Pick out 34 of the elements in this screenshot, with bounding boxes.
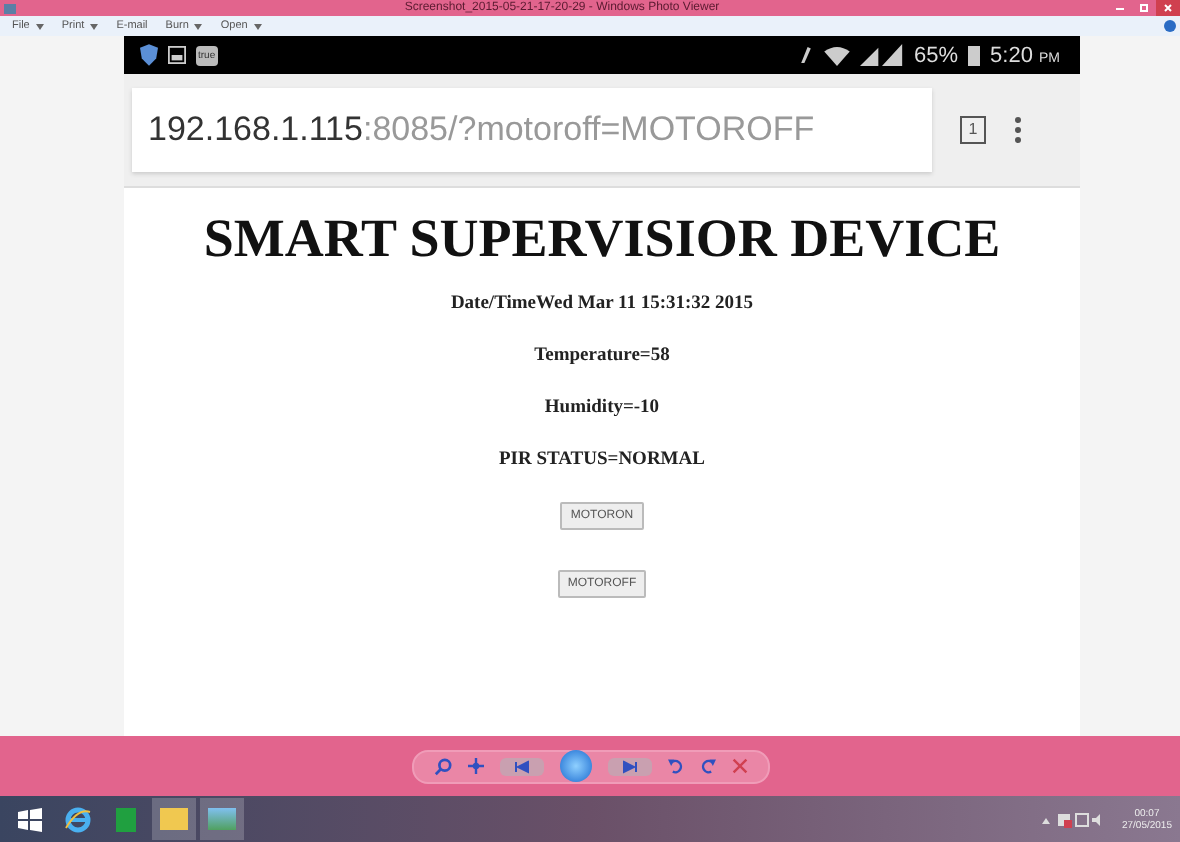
rotate-right-icon[interactable] <box>699 758 715 774</box>
folder-icon[interactable] <box>152 798 196 840</box>
image-icon <box>168 46 186 64</box>
caret-icon[interactable] <box>194 23 203 29</box>
zoom-icon[interactable] <box>433 757 451 775</box>
app-icon <box>4 3 16 13</box>
tray-icons[interactable] <box>1041 811 1102 827</box>
start-button[interactable] <box>18 807 42 831</box>
signal-icon <box>860 44 904 66</box>
browser-icon[interactable] <box>64 805 92 833</box>
tab-switcher-button[interactable]: 1 <box>960 116 986 144</box>
previous-button[interactable] <box>499 757 543 775</box>
rotate-left-icon[interactable] <box>667 758 683 774</box>
status-text: Temperature=58 <box>534 346 670 366</box>
next-button[interactable] <box>607 757 651 775</box>
battery-icon <box>968 44 981 66</box>
battery-level: 65% <box>914 43 959 67</box>
delete-icon[interactable] <box>731 758 747 774</box>
address-field[interactable]: 192.168.1.115:8085/?motoroff=MOTOROFF <box>132 88 932 172</box>
caret-icon[interactable] <box>90 23 99 29</box>
caret-icon[interactable] <box>253 23 262 29</box>
fit-icon[interactable] <box>467 758 483 774</box>
status-text: PIR STATUS=NORMAL <box>499 450 705 470</box>
page-heading: SMART SUPERVISIOR DEVICE <box>203 208 1001 270</box>
mute-icon <box>798 44 814 66</box>
shield-icon <box>140 44 158 66</box>
wifi-icon <box>824 45 850 65</box>
caret-icon[interactable] <box>35 23 44 29</box>
status-text: Humidity=-10 <box>544 398 660 418</box>
status-text: Date/TimeWed Mar 11 15:31:32 2015 <box>450 294 754 314</box>
slideshow-button[interactable] <box>559 750 591 782</box>
more-icon[interactable] <box>1014 116 1022 144</box>
close-button[interactable] <box>1156 0 1180 16</box>
photo-viewer-icon[interactable] <box>200 798 244 840</box>
